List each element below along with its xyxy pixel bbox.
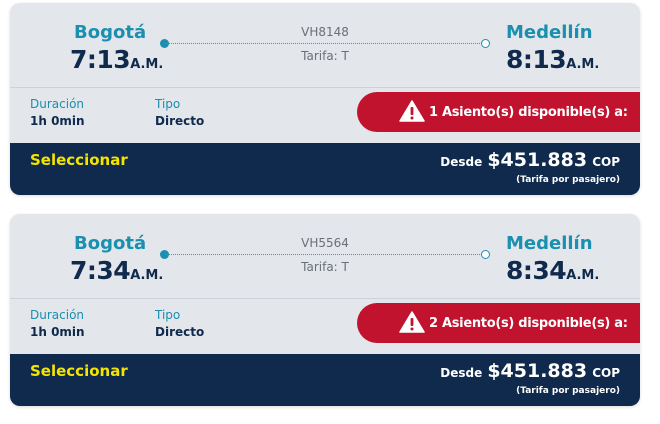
arrival-ampm: A.M. [566, 57, 600, 72]
departure-time-value: 7:34 [70, 256, 131, 285]
flight-details: Duración 1h 0min Tipo Directo 1 Asiento(… [10, 88, 640, 143]
seats-text: 1 Asiento(s) disponible(s) a: [429, 104, 628, 120]
flight-card[interactable]: Bogotá 7:34A.M. VH5564 Tarifa: T Medellí… [10, 214, 640, 406]
arrival-time-value: 8:34 [506, 256, 567, 285]
price-currency: COP [592, 366, 620, 380]
arrival-ampm: A.M. [566, 268, 600, 283]
duration-label: Duración [30, 97, 85, 111]
type-label: Tipo [155, 308, 181, 322]
seats-available-badge: 2 Asiento(s) disponible(s) a: [357, 303, 640, 343]
price-bar: Seleccionar Desde $451.883 COP (Tarifa p… [10, 354, 640, 406]
destination-dot [481, 39, 490, 48]
route-line [165, 43, 486, 44]
origin-city: Bogotá [74, 22, 147, 43]
origin-city: Bogotá [74, 233, 147, 254]
price-prefix: Desde [440, 155, 483, 169]
seats-text: 2 Asiento(s) disponible(s) a: [429, 315, 628, 331]
select-flight-button[interactable]: Seleccionar [30, 151, 128, 169]
destination-city: Medellín [506, 22, 593, 43]
arrival-time-value: 8:13 [506, 45, 567, 74]
price-bar: Seleccionar Desde $451.883 COP (Tarifa p… [10, 143, 640, 195]
duration-label: Duración [30, 308, 85, 322]
flight-details: Duración 1h 0min Tipo Directo 2 Asiento(… [10, 299, 640, 354]
flight-number: VH8148 [301, 25, 349, 39]
price: Desde $451.883 COP [440, 149, 620, 171]
flight-route: Bogotá 7:13A.M. VH8148 Tarifa: T Medellí… [10, 3, 640, 87]
destination-dot [481, 250, 490, 259]
fare-class: Tarifa: T [301, 49, 349, 63]
price-currency: COP [592, 155, 620, 169]
warning-triangle-icon [399, 311, 425, 333]
departure-time: 7:34A.M. [70, 256, 163, 285]
flight-route: Bogotá 7:34A.M. VH5564 Tarifa: T Medellí… [10, 214, 640, 298]
seats-available-badge: 1 Asiento(s) disponible(s) a: [357, 92, 640, 132]
duration-value: 1h 0min [30, 325, 85, 339]
price-note: (Tarifa por pasajero) [516, 175, 620, 185]
departure-ampm: A.M. [130, 268, 164, 283]
type-value: Directo [155, 325, 205, 339]
price: Desde $451.883 COP [440, 360, 620, 382]
warning-triangle-icon [399, 100, 425, 122]
price-amount: $451.883 [487, 360, 588, 382]
price-prefix: Desde [440, 366, 483, 380]
type-value: Directo [155, 114, 205, 128]
flight-number: VH5564 [301, 236, 349, 250]
arrival-time: 8:34A.M. [506, 256, 599, 285]
fare-class: Tarifa: T [301, 260, 349, 274]
departure-time: 7:13A.M. [70, 45, 163, 74]
arrival-time: 8:13A.M. [506, 45, 599, 74]
price-note: (Tarifa por pasajero) [516, 386, 620, 396]
departure-time-value: 7:13 [70, 45, 131, 74]
destination-city: Medellín [506, 233, 593, 254]
select-flight-button[interactable]: Seleccionar [30, 362, 128, 380]
price-amount: $451.883 [487, 149, 588, 171]
flight-card[interactable]: Bogotá 7:13A.M. VH8148 Tarifa: T Medellí… [10, 3, 640, 195]
duration-value: 1h 0min [30, 114, 85, 128]
departure-ampm: A.M. [130, 57, 164, 72]
type-label: Tipo [155, 97, 181, 111]
route-line [165, 254, 486, 255]
